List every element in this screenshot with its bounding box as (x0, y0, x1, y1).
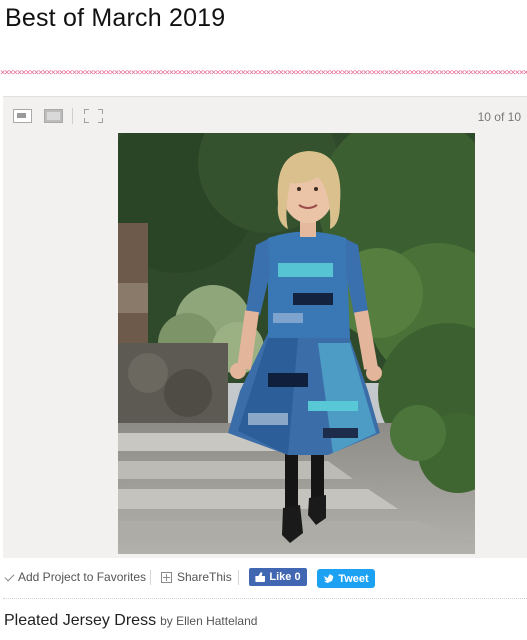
viewer-toolbar: 10 of 10 (3, 97, 527, 133)
fullscreen-icon[interactable] (84, 109, 103, 123)
project-photo[interactable] (118, 133, 475, 554)
thumbs-up-icon (255, 572, 266, 582)
large-view-icon[interactable] (44, 109, 63, 123)
action-divider (238, 570, 239, 585)
photo-viewer: 10 of 10 (3, 96, 527, 558)
add-to-favorites-link[interactable]: Add Project to Favorites (4, 570, 146, 584)
action-divider (150, 570, 151, 585)
tweet-button[interactable]: Tweet (317, 569, 375, 588)
page-title: Best of March 2019 (5, 4, 226, 32)
small-view-icon[interactable] (13, 109, 32, 123)
toolbar-divider (72, 108, 73, 124)
project-heading: Pleated Jersey Dress by Ellen Hatteland (4, 612, 257, 630)
project-actions: Add Project to Favorites ShareThis Like … (0, 566, 527, 592)
dotted-divider (3, 598, 527, 599)
like-label: Like 0 (269, 571, 301, 583)
project-byline: by Ellen Hatteland (160, 614, 258, 628)
favorites-label: Add Project to Favorites (18, 570, 147, 584)
share-label: ShareThis (177, 570, 232, 584)
twitter-bird-icon (323, 574, 335, 583)
share-this-button[interactable]: ShareThis (161, 570, 232, 584)
decorative-border: ××××××××××××××××××××××××××××××××××××××××… (0, 68, 527, 78)
tweet-label: Tweet (338, 572, 369, 585)
project-title[interactable]: Pleated Jersey Dress (4, 612, 156, 629)
facebook-like-button[interactable]: Like 0 (249, 568, 307, 586)
check-icon (4, 572, 14, 582)
slide-counter: 10 of 10 (477, 110, 521, 124)
plus-box-icon (161, 571, 172, 583)
